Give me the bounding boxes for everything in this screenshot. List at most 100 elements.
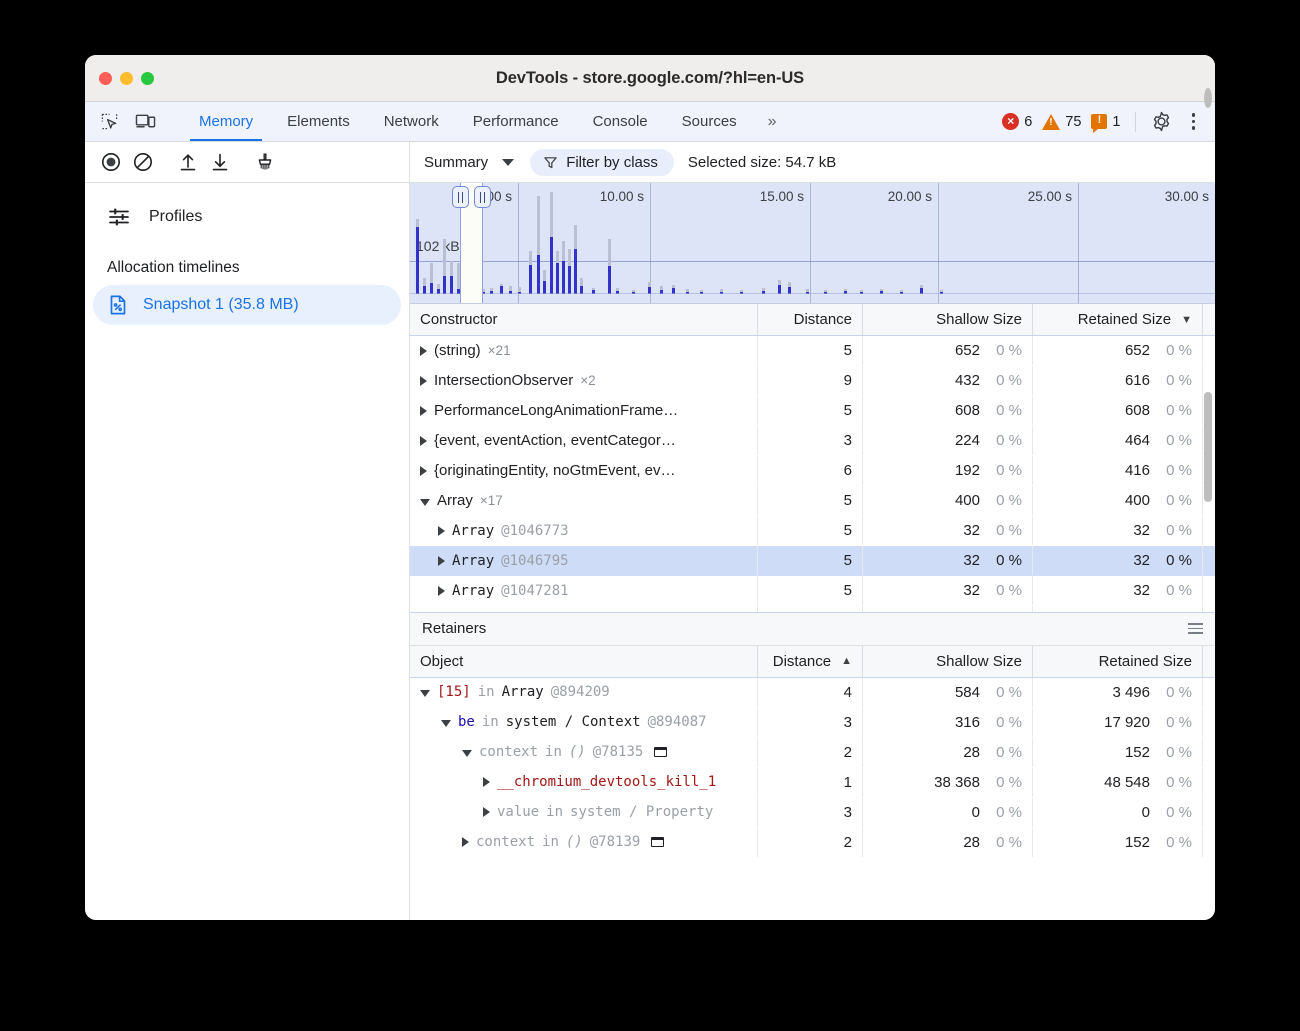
table-row[interactable]: PerformanceLongAnimationFrame…56080 %608…: [410, 396, 1215, 426]
close-button[interactable]: [99, 72, 112, 85]
tab-network[interactable]: Network: [367, 102, 456, 141]
shallow-size-cell: 3160 %: [863, 708, 1033, 737]
table-row[interactable]: Array@10467955320 %320 %: [410, 546, 1215, 576]
instance-count: ×2: [580, 373, 595, 388]
column-header-distance[interactable]: Distance▲: [758, 646, 863, 677]
table-row[interactable]: valueinsystem / Property300 %00 %: [410, 798, 1215, 828]
table-row[interactable]: Array@10472815320 %320 %: [410, 576, 1215, 606]
distance-cell: 3: [758, 798, 863, 827]
constructor-name: Array: [452, 583, 494, 599]
timeline-bars: [410, 190, 1215, 294]
clear-profiles-icon[interactable]: [129, 148, 157, 176]
column-header-retained-size[interactable]: Retained Size▼: [1033, 304, 1203, 335]
sidebar-item-snapshot-1[interactable]: Snapshot 1 (35.8 MB): [93, 285, 401, 325]
minimize-button[interactable]: [120, 72, 133, 85]
chevron-right-icon[interactable]: [420, 466, 427, 476]
tab-performance[interactable]: Performance: [456, 102, 576, 141]
warning-counter[interactable]: 75: [1040, 114, 1083, 130]
distance-cell-value: 6: [844, 462, 852, 479]
table-row[interactable]: contextin()@781392280 %1520 %: [410, 828, 1215, 858]
constructor-cell: Array@1046773: [410, 516, 758, 545]
table-row[interactable]: {originatingEntity, noGtmEvent, ev… 6 1920…: [410, 456, 1215, 486]
tab-sources[interactable]: Sources: [665, 102, 754, 141]
retainer-in-keyword: in: [478, 684, 495, 700]
retainers-scrollbar[interactable]: [1204, 88, 1212, 108]
window-title: DevTools - store.google.com/?hl=en-US: [85, 69, 1215, 88]
distance-cell-value: 3: [844, 714, 852, 731]
constructors-scrollbar[interactable]: [1204, 392, 1212, 502]
tab-elements[interactable]: Elements: [270, 102, 367, 141]
load-profile-icon[interactable]: [174, 148, 202, 176]
chevron-right-icon[interactable]: [420, 346, 427, 356]
table-row[interactable]: Array@10472835320 %320 %: [410, 606, 1215, 612]
more-options-icon[interactable]: [1182, 113, 1206, 130]
chevron-right-icon[interactable]: [483, 807, 490, 817]
chevron-down-icon[interactable]: [420, 499, 430, 506]
gear-icon[interactable]: [1148, 108, 1176, 136]
table-row[interactable]: (string)×2156520 %6520 %: [410, 336, 1215, 366]
issue-counter[interactable]: ! 1: [1089, 114, 1122, 130]
column-header-constructor[interactable]: Constructor: [410, 304, 758, 335]
chevron-right-icon[interactable]: [438, 586, 445, 596]
retained-size-cell: 320 %: [1033, 546, 1203, 575]
chevron-right-icon[interactable]: [438, 526, 445, 536]
chevron-down-icon[interactable]: [462, 750, 472, 757]
table-row[interactable]: beinsystem / Context@89408733160 %17 920…: [410, 708, 1215, 738]
shallow-size-cell: 1920 %: [863, 456, 1033, 485]
distance-cell: 5: [758, 396, 863, 425]
table-row[interactable]: contextin()@781352280 %1520 %: [410, 738, 1215, 768]
column-header-shallow-size[interactable]: Shallow Size: [863, 304, 1033, 335]
table-row[interactable]: [15]inArray@89420945840 %3 4960 %: [410, 678, 1215, 708]
shallow-size-cell-value: 0: [972, 804, 980, 821]
shallow-size-cell-value: 28: [963, 834, 980, 851]
device-toolbar-icon[interactable]: [131, 108, 159, 136]
column-header-distance[interactable]: Distance: [758, 304, 863, 335]
column-header-object[interactable]: Object: [410, 646, 758, 677]
filter-by-class-input[interactable]: Filter by class: [530, 149, 674, 176]
column-header-shallow-size[interactable]: Shallow Size: [863, 646, 1033, 677]
sidebar-item-profiles[interactable]: Profiles: [85, 197, 409, 237]
table-row[interactable]: {event, eventAction, eventCategor…32240 …: [410, 426, 1215, 456]
column-header-retained-size[interactable]: Retained Size: [1033, 646, 1203, 677]
constructor-name: {originatingEntity, noGtmEvent, ev…: [434, 462, 676, 479]
retained-size-cell-value: 416: [1125, 462, 1150, 479]
collect-garbage-icon[interactable]: [251, 148, 279, 176]
distance-cell-value: 5: [844, 522, 852, 539]
table-row[interactable]: IntersectionObserver×294320 %6160 %: [410, 366, 1215, 396]
chevron-right-icon[interactable]: [420, 376, 427, 386]
distance-cell-value: 4: [844, 684, 852, 701]
selection-handle-right[interactable]: [474, 186, 491, 208]
object-id: @1046795: [501, 553, 568, 569]
allocation-timeline-chart[interactable]: 5.00 s10.00 s15.00 s20.00 s25.00 s30.00 …: [410, 183, 1215, 304]
record-heap-icon[interactable]: [97, 148, 125, 176]
maximize-button[interactable]: [141, 72, 154, 85]
retained-size-cell: 320 %: [1033, 576, 1203, 605]
retained-size-cell: 48 5480 %: [1033, 768, 1203, 797]
chevron-down-icon[interactable]: [441, 720, 451, 727]
more-tabs-icon[interactable]: »: [754, 102, 790, 141]
table-row[interactable]: Array@10467735320 %320 %: [410, 516, 1215, 546]
distance-cell: 9: [758, 366, 863, 395]
view-dropdown[interactable]: Summary: [416, 151, 524, 174]
timeline-selection-window[interactable]: [460, 183, 483, 303]
shallow-size-percent: 0 %: [980, 582, 1022, 599]
selection-handle-left[interactable]: [452, 186, 469, 208]
chevron-right-icon[interactable]: [462, 837, 469, 847]
shallow-size-percent: 0 %: [980, 522, 1022, 539]
chevron-down-icon[interactable]: [420, 690, 430, 697]
chevron-right-icon[interactable]: [420, 406, 427, 416]
tab-console[interactable]: Console: [576, 102, 665, 141]
table-row[interactable]: __chromium_devtools_kill_1138 3680 %48 5…: [410, 768, 1215, 798]
table-row[interactable]: Array×1754000 %4000 %: [410, 486, 1215, 516]
chevron-right-icon[interactable]: [420, 436, 427, 446]
chevron-right-icon[interactable]: [483, 777, 490, 787]
tab-memory[interactable]: Memory: [182, 102, 270, 141]
error-counter[interactable]: × 6: [1000, 113, 1034, 130]
bar-live: [450, 276, 453, 294]
inspect-element-icon[interactable]: [95, 108, 123, 136]
constructor-name: IntersectionObserver: [434, 372, 573, 389]
retainers-columns-header: ObjectDistance▲Shallow SizeRetained Size: [410, 646, 1215, 678]
save-profile-icon[interactable]: [206, 148, 234, 176]
chevron-right-icon[interactable]: [438, 556, 445, 566]
retainers-menu-icon[interactable]: [1188, 623, 1203, 634]
